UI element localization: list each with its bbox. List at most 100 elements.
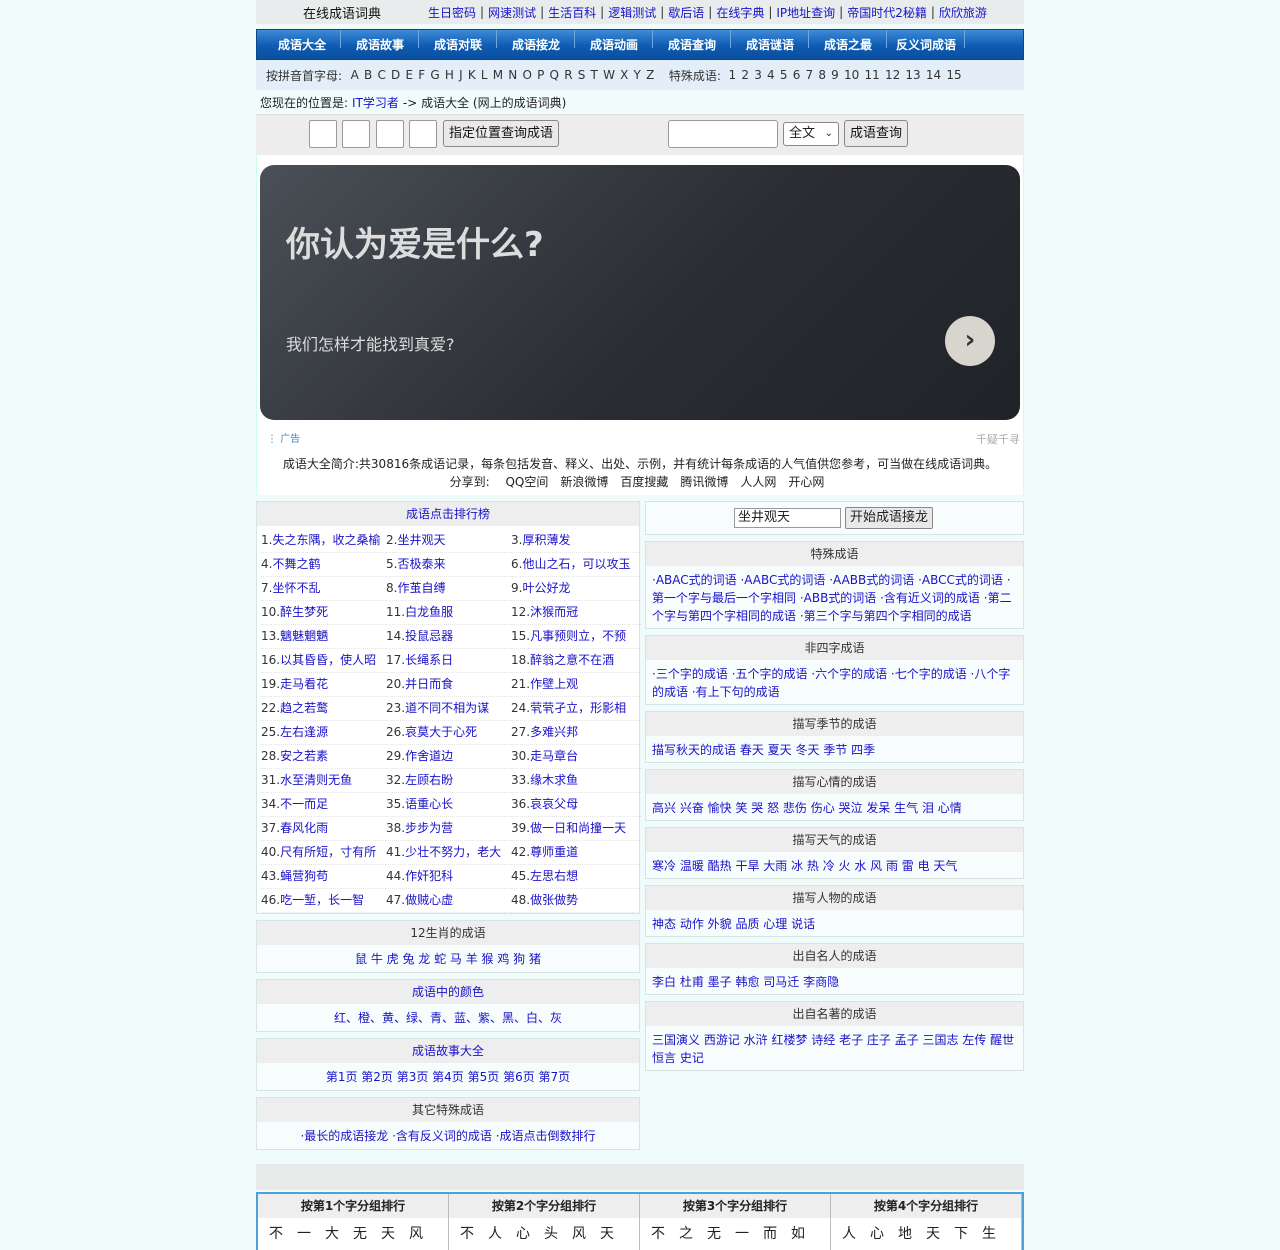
ranking-link[interactable]: 叶公好龙 — [522, 581, 570, 595]
group-chars[interactable]: 不之无一而如 — [640, 1218, 831, 1250]
pinyin-letter-link[interactable]: M — [493, 68, 503, 82]
pinyin-letter-link[interactable]: J — [459, 68, 463, 82]
nav-item[interactable]: 成语大全 — [263, 30, 341, 53]
ranking-link[interactable]: 蝇营狗苟 — [280, 869, 328, 883]
share-link[interactable]: 开心网 — [788, 475, 824, 489]
nav-item[interactable]: 成语对联 — [419, 30, 497, 53]
query-button[interactable]: 成语查询 — [844, 120, 909, 147]
special-number-link[interactable]: 8 — [818, 68, 826, 82]
special-number-link[interactable]: 5 — [780, 68, 788, 82]
char-input-1[interactable] — [309, 120, 337, 148]
ranking-link[interactable]: 作壁上观 — [530, 677, 578, 691]
ranking-link[interactable]: 走马章台 — [530, 749, 578, 763]
ranking-link[interactable]: 他山之石，可以攻玉 — [522, 557, 630, 571]
ranking-link[interactable]: 凡事预则立，不预 — [530, 629, 626, 643]
group-chars[interactable]: 不人心头风天 — [449, 1218, 640, 1250]
ranking-link[interactable]: 尊师重道 — [530, 845, 578, 859]
ranking-link[interactable]: 趋之若鹜 — [280, 701, 328, 715]
nav-item[interactable]: 成语动画 — [575, 30, 653, 53]
ranking-link[interactable]: 长绳系日 — [405, 653, 453, 667]
pinyin-letter-link[interactable]: L — [481, 68, 488, 82]
special-number-link[interactable]: 12 — [885, 68, 900, 82]
keyword-input[interactable] — [668, 120, 778, 148]
pinyin-letter-link[interactable]: G — [430, 68, 439, 82]
special-number-link[interactable]: 15 — [946, 68, 961, 82]
special-number-link[interactable]: 3 — [754, 68, 762, 82]
pinyin-letter-link[interactable]: O — [522, 68, 531, 82]
share-link[interactable]: QQ空间 — [505, 475, 548, 489]
pinyin-letter-link[interactable]: Q — [550, 68, 559, 82]
share-link[interactable]: 新浪微博 — [560, 475, 608, 489]
ranking-link[interactable]: 左顾右盼 — [405, 773, 453, 787]
top-link[interactable]: 欣欣旅游 — [939, 4, 987, 21]
ranking-link[interactable]: 以其昏昏，使人昭 — [280, 653, 376, 667]
nav-item[interactable]: 反义词成语 — [887, 30, 965, 53]
char-input-3[interactable] — [376, 120, 404, 148]
ranking-link[interactable]: 不舞之鹤 — [272, 557, 320, 571]
ranking-link[interactable]: 春风化雨 — [280, 821, 328, 835]
position-search-button[interactable]: 指定位置查询成语 — [443, 120, 560, 147]
group-header[interactable]: 按第3个字分组排行 — [640, 1194, 831, 1218]
ranking-link[interactable]: 沐猴而冠 — [530, 605, 578, 619]
pinyin-letter-link[interactable]: X — [620, 68, 628, 82]
category-links[interactable]: ·ABAC式的词语 ·AABC式的词语 ·AABB式的词语 ·ABCC式的词语 … — [646, 566, 1023, 628]
jielong-input[interactable]: 坐井观天 — [734, 508, 841, 528]
ranking-link[interactable]: 水至清则无鱼 — [280, 773, 352, 787]
ranking-link[interactable]: 作茧自缚 — [397, 581, 445, 595]
others-links[interactable]: ·最长的成语接龙 ·含有反义词的成语 ·成语点击倒数排行 — [257, 1122, 639, 1149]
special-number-link[interactable]: 2 — [741, 68, 749, 82]
jielong-button[interactable]: 开始成语接龙 — [845, 507, 934, 529]
stories-title[interactable]: 成语故事大全 — [257, 1039, 639, 1063]
ranking-link[interactable]: 不一而足 — [280, 797, 328, 811]
ranking-link[interactable]: 茕茕孑立，形影相 — [530, 701, 626, 715]
ad-banner[interactable]: 你认为爱是什么? 我们怎样才能找到真爱? › — [260, 165, 1020, 420]
top-link[interactable]: 网速测试 — [488, 4, 536, 21]
char-input-4[interactable] — [409, 120, 437, 148]
special-number-link[interactable]: 7 — [806, 68, 814, 82]
ranking-link[interactable]: 吃一堑，长一智 — [280, 893, 364, 907]
pinyin-letter-link[interactable]: F — [418, 68, 425, 82]
colors-title[interactable]: 成语中的颜色 — [257, 980, 639, 1004]
special-number-link[interactable]: 9 — [831, 68, 839, 82]
ranking-link[interactable]: 醉翁之意不在酒 — [530, 653, 614, 667]
nav-item[interactable]: 成语查询 — [653, 30, 731, 53]
ranking-title[interactable]: 成语点击排行榜 — [257, 502, 639, 526]
nav-item[interactable]: 成语故事 — [341, 30, 419, 53]
pinyin-letter-link[interactable]: Y — [634, 68, 641, 82]
ranking-link[interactable]: 尺有所短，寸有所 — [280, 845, 376, 859]
ranking-link[interactable]: 坐怀不乱 — [272, 581, 320, 595]
ranking-link[interactable]: 走马看花 — [280, 677, 328, 691]
pinyin-letter-link[interactable]: B — [364, 68, 372, 82]
category-links[interactable]: 神态 动作 外貌 品质 心理 说话 — [646, 910, 1023, 936]
chevron-right-icon[interactable]: › — [945, 316, 995, 366]
ranking-link[interactable]: 做一日和尚撞一天 — [530, 821, 626, 835]
ranking-link[interactable]: 少壮不努力，老大 — [405, 845, 501, 859]
nav-item[interactable]: 成语接龙 — [497, 30, 575, 53]
top-link[interactable]: 生活百科 — [548, 4, 596, 21]
category-links[interactable]: 描写秋天的成语 春天 夏天 冬天 季节 四季 — [646, 736, 1023, 762]
pinyin-letter-link[interactable]: H — [445, 68, 454, 82]
pinyin-letter-link[interactable]: S — [578, 68, 586, 82]
pinyin-letter-link[interactable]: R — [564, 68, 572, 82]
group-chars[interactable]: 人心地天下生 — [831, 1218, 1022, 1250]
ranking-link[interactable]: 白龙鱼服 — [405, 605, 453, 619]
category-links[interactable]: 李白 杜甫 墨子 韩愈 司马迁 李商隐 — [646, 968, 1023, 994]
top-link[interactable]: 逻辑测试 — [608, 4, 656, 21]
ranking-link[interactable]: 安之若素 — [280, 749, 328, 763]
top-link[interactable]: 歇后语 — [668, 4, 704, 21]
special-number-link[interactable]: 11 — [864, 68, 879, 82]
category-links[interactable]: ·三个字的成语 ·五个字的成语 ·六个字的成语 ·七个字的成语 ·八个字的成语 … — [646, 660, 1023, 704]
pinyin-letter-link[interactable]: E — [405, 68, 413, 82]
ranking-link[interactable]: 厚积薄发 — [522, 533, 570, 547]
special-number-link[interactable]: 10 — [844, 68, 859, 82]
ranking-link[interactable]: 左思右想 — [530, 869, 578, 883]
pinyin-letter-link[interactable]: A — [351, 68, 359, 82]
nav-item[interactable]: 成语之最 — [809, 30, 887, 53]
top-link[interactable]: 帝国时代2秘籍 — [847, 4, 927, 21]
ranking-link[interactable]: 作奸犯科 — [405, 869, 453, 883]
ranking-link[interactable]: 步步为营 — [405, 821, 453, 835]
ranking-link[interactable]: 语重心长 — [405, 797, 453, 811]
char-input-2[interactable] — [342, 120, 370, 148]
category-links[interactable]: 高兴 兴奋 愉快 笑 哭 怒 悲伤 伤心 哭泣 发呆 生气 泪 心情 — [646, 794, 1023, 820]
pinyin-letter-link[interactable]: N — [508, 68, 517, 82]
